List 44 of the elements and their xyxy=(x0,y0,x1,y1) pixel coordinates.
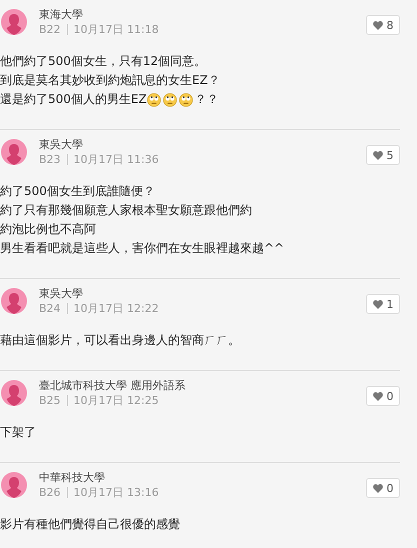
avatar-icon xyxy=(1,9,27,35)
post-time: 10月17日 13:16 xyxy=(74,484,159,500)
like-button[interactable]: 1 xyxy=(366,294,400,314)
school-name: 臺北城市科技大學 應用外語系 xyxy=(39,378,186,392)
like-button[interactable]: 5 xyxy=(366,145,400,165)
school-name: 東吳大學 xyxy=(39,286,84,300)
post-time: 10月17日 12:25 xyxy=(74,392,159,408)
school-name: 中華科技大學 xyxy=(39,470,106,484)
floor-number: B24 xyxy=(39,300,61,316)
like-button[interactable]: 8 xyxy=(366,15,400,35)
comment-text: 還是約了500個人的男生EZ xyxy=(0,91,147,108)
avatar-icon xyxy=(1,472,27,498)
school-name: 東吳大學 xyxy=(39,138,84,152)
heart-icon xyxy=(372,150,382,160)
heart-icon xyxy=(372,392,382,400)
comment-text: 影片有種他們覺得自己很優的感覺 xyxy=(0,516,180,533)
school-name: 東海大學 xyxy=(39,8,84,22)
post-time: 10月17日 12:22 xyxy=(74,300,159,316)
comment-text: ？？ xyxy=(194,91,219,108)
heart-icon xyxy=(372,484,382,492)
post-time: 10月17日 11:36 xyxy=(74,152,159,166)
avatar-icon xyxy=(1,139,27,165)
like-button[interactable]: 0 xyxy=(366,478,400,498)
floor-number: B23 xyxy=(39,152,61,166)
comment-text: 約了只有那幾個願意人家根本聖女願意跟他們約 xyxy=(0,202,252,219)
rolling-eyes-emoji-icon xyxy=(178,92,193,106)
floor-number: B25 xyxy=(39,392,61,408)
comment-text: 到底是莫名其妙收到約炮訊息的女生EZ？ xyxy=(0,72,220,89)
comment-text: 下架了 xyxy=(0,424,36,441)
comment-text: 約泡比例也不高阿 xyxy=(0,221,96,238)
heart-icon xyxy=(372,300,382,308)
floor-number: B22 xyxy=(39,22,61,36)
comment-text: 約了500個女生到底誰隨便？ xyxy=(0,183,155,200)
comment-text: 他們約了500個女生，只有12個同意。 xyxy=(0,53,206,70)
heart-icon xyxy=(372,20,382,30)
comment-text: 男生看看吧就是這些人，害你們在女生眼裡越來越^^ xyxy=(0,240,284,257)
rolling-eyes-emoji-icon xyxy=(146,92,161,106)
floor-number: B26 xyxy=(39,484,61,500)
avatar-icon xyxy=(1,288,27,314)
avatar-icon xyxy=(1,380,27,406)
rolling-eyes-emoji-icon xyxy=(162,92,177,106)
comment-text: 藉由這個影片，可以看出身邊人的智商ㄏㄏ。 xyxy=(0,332,240,349)
post-time: 10月17日 11:18 xyxy=(74,22,159,36)
like-button[interactable]: 0 xyxy=(366,386,400,406)
